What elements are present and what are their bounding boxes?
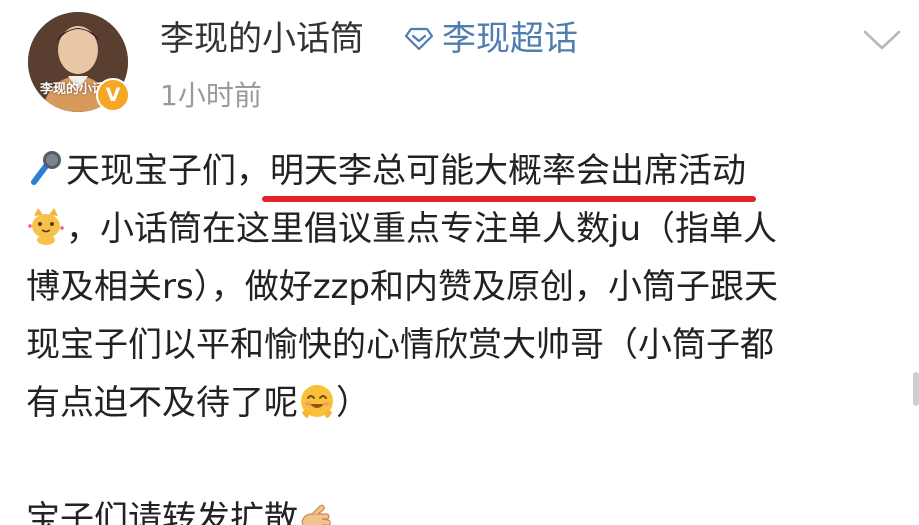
- post-line-2: ，小话筒在这里倡议重点专注单人数ju（指单人: [26, 200, 896, 258]
- weibo-post: 李现的小话 V 李现的小话筒 李现超话 1小时前 天现宝子们，明天李总可能大概率…: [0, 0, 919, 525]
- chevron-down-icon[interactable]: [862, 26, 902, 54]
- user-name[interactable]: 李现的小话筒: [160, 16, 364, 62]
- smiling-emoji: [301, 385, 333, 418]
- post-text-line-2: ，小话筒在这里倡议重点专注单人数ju（指单人: [66, 209, 777, 249]
- post-text-line-5: 有点迫不及待了呢: [26, 383, 298, 423]
- pointing-hand-emoji: [301, 504, 331, 525]
- post-text-line-7: 宝子们请转发扩散: [26, 499, 298, 525]
- avatar-container[interactable]: 李现的小话 V: [28, 12, 132, 116]
- scrollbar-thumb[interactable]: [913, 372, 919, 406]
- post-text-line-4: 现宝子们以平和愉快的心情欣赏大帅哥（小筒子都: [26, 325, 774, 365]
- highlighted-phrase: 明天李总可能大概率会出席活动: [262, 142, 756, 202]
- microphone-emoji: [31, 151, 61, 185]
- topic-link[interactable]: 李现超话: [442, 16, 578, 62]
- post-timestamp: 1小时前: [160, 79, 262, 112]
- post-text-intro: 天现宝子们，: [66, 151, 270, 191]
- post-line-5: 有点迫不及待了呢 ）: [26, 374, 896, 432]
- cat-emoji: [28, 208, 64, 245]
- highlighted-text: 明天李总可能大概率会出席活动: [270, 151, 746, 191]
- post-text-line-5-end: ）: [336, 383, 370, 423]
- post-line-7: 宝子们请转发扩散: [26, 490, 896, 525]
- post-text-line-3: 博及相关rs），做好zzp和内赞及原创，小筒子跟天: [26, 267, 778, 307]
- post-line-1: 天现宝子们，明天李总可能大概率会出席活动: [26, 142, 896, 202]
- diamond-topic-icon: [404, 27, 434, 51]
- verified-badge: V: [96, 78, 130, 112]
- post-line-3: 博及相关rs），做好zzp和内赞及原创，小筒子跟天: [26, 258, 896, 316]
- post-line-4: 现宝子们以平和愉快的心情欣赏大帅哥（小筒子都: [26, 316, 896, 374]
- post-body: 天现宝子们，明天李总可能大概率会出席活动 ，小话筒在这里倡议重点专注单人数ju（…: [26, 142, 896, 525]
